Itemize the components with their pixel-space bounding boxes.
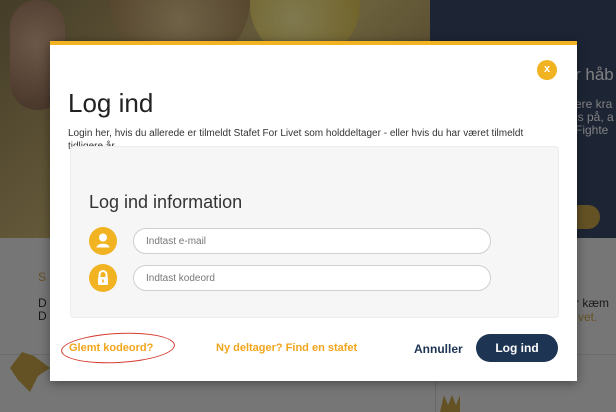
card-title: Log ind information [89,192,243,212]
login-modal: x Log ind Login her, hvis du allerede er… [50,41,577,381]
close-button[interactable]: x [537,60,557,80]
login-info-card: Log ind information [70,146,559,318]
password-field[interactable] [133,265,491,291]
email-row [89,225,499,257]
modal-title: Log ind [68,88,154,118]
lock-icon [89,264,117,292]
forgot-password-link[interactable]: Glemt kodeord? [69,342,153,354]
cancel-button[interactable]: Annuller [414,342,463,356]
email-field[interactable] [133,228,491,254]
login-button[interactable]: Log ind [476,334,558,362]
close-icon: x [543,63,551,75]
password-row [89,262,499,294]
user-icon [89,227,117,255]
new-participant-link[interactable]: Ny deltager? Find en stafet [216,342,357,354]
